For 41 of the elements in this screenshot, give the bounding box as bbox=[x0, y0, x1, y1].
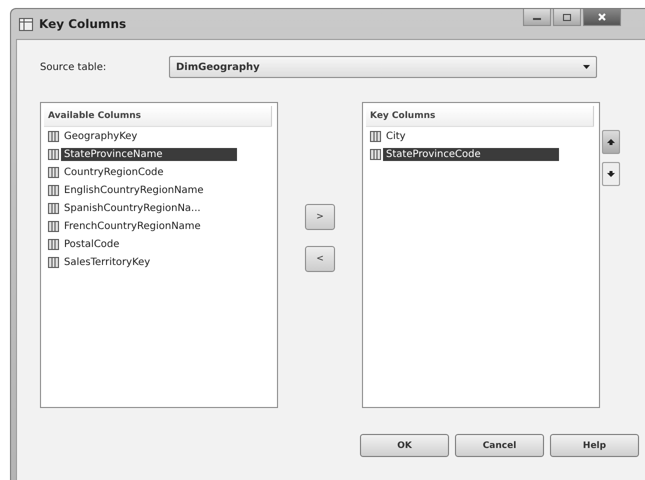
close-icon bbox=[598, 13, 606, 21]
column-item[interactable]: PostalCode bbox=[61, 238, 122, 250]
column-header: Key Columns bbox=[366, 106, 594, 127]
column-item[interactable]: StateProvinceName bbox=[61, 148, 237, 160]
close-button[interactable] bbox=[583, 9, 621, 26]
column-item[interactable]: SalesTerritoryKey bbox=[61, 256, 154, 268]
dialog-button[interactable]: Help bbox=[550, 434, 639, 457]
column-item[interactable]: GeographyKey bbox=[61, 130, 140, 142]
column-item[interactable]: StateProvinceCode bbox=[383, 148, 559, 160]
table-column-icon bbox=[48, 238, 59, 250]
table-column-icon bbox=[48, 148, 59, 160]
table-column-icon bbox=[370, 148, 381, 160]
table-column-icon bbox=[48, 184, 59, 196]
dialog-button[interactable]: OK bbox=[360, 434, 449, 457]
maximize-button[interactable] bbox=[553, 9, 581, 26]
dropdown-arrow-icon bbox=[583, 65, 590, 69]
table-column-icon bbox=[370, 130, 381, 142]
up-arrow-icon bbox=[607, 138, 615, 146]
source-table-dropdown[interactable]: DimGeography bbox=[169, 56, 597, 78]
column-header: Available Columns bbox=[44, 106, 272, 127]
table-column-icon bbox=[48, 130, 59, 142]
move-down-button[interactable] bbox=[602, 162, 620, 186]
maximize-icon bbox=[563, 14, 571, 20]
source-table-label: Source table: bbox=[40, 62, 108, 72]
column-item[interactable]: CountryRegionCode bbox=[61, 166, 167, 178]
table-column-icon bbox=[48, 256, 59, 268]
table-column-icon bbox=[48, 220, 59, 232]
minimize-button[interactable] bbox=[523, 9, 551, 26]
window-title: Key Columns bbox=[39, 17, 126, 31]
move-button[interactable]: < bbox=[305, 246, 335, 272]
column-item[interactable]: City bbox=[383, 130, 409, 142]
column-item[interactable]: EnglishCountryRegionName bbox=[61, 184, 207, 196]
column-item[interactable]: FrenchCountryRegionName bbox=[61, 220, 204, 232]
move-button[interactable]: > bbox=[305, 204, 335, 230]
move-up-button[interactable] bbox=[602, 130, 620, 154]
table-column-icon bbox=[48, 166, 59, 178]
dialog-button[interactable]: Cancel bbox=[455, 434, 544, 457]
column-item[interactable]: SpanishCountryRegionNa... bbox=[61, 202, 204, 214]
down-arrow-icon bbox=[607, 170, 615, 178]
table-column-icon bbox=[48, 202, 59, 214]
table-icon bbox=[19, 18, 33, 30]
